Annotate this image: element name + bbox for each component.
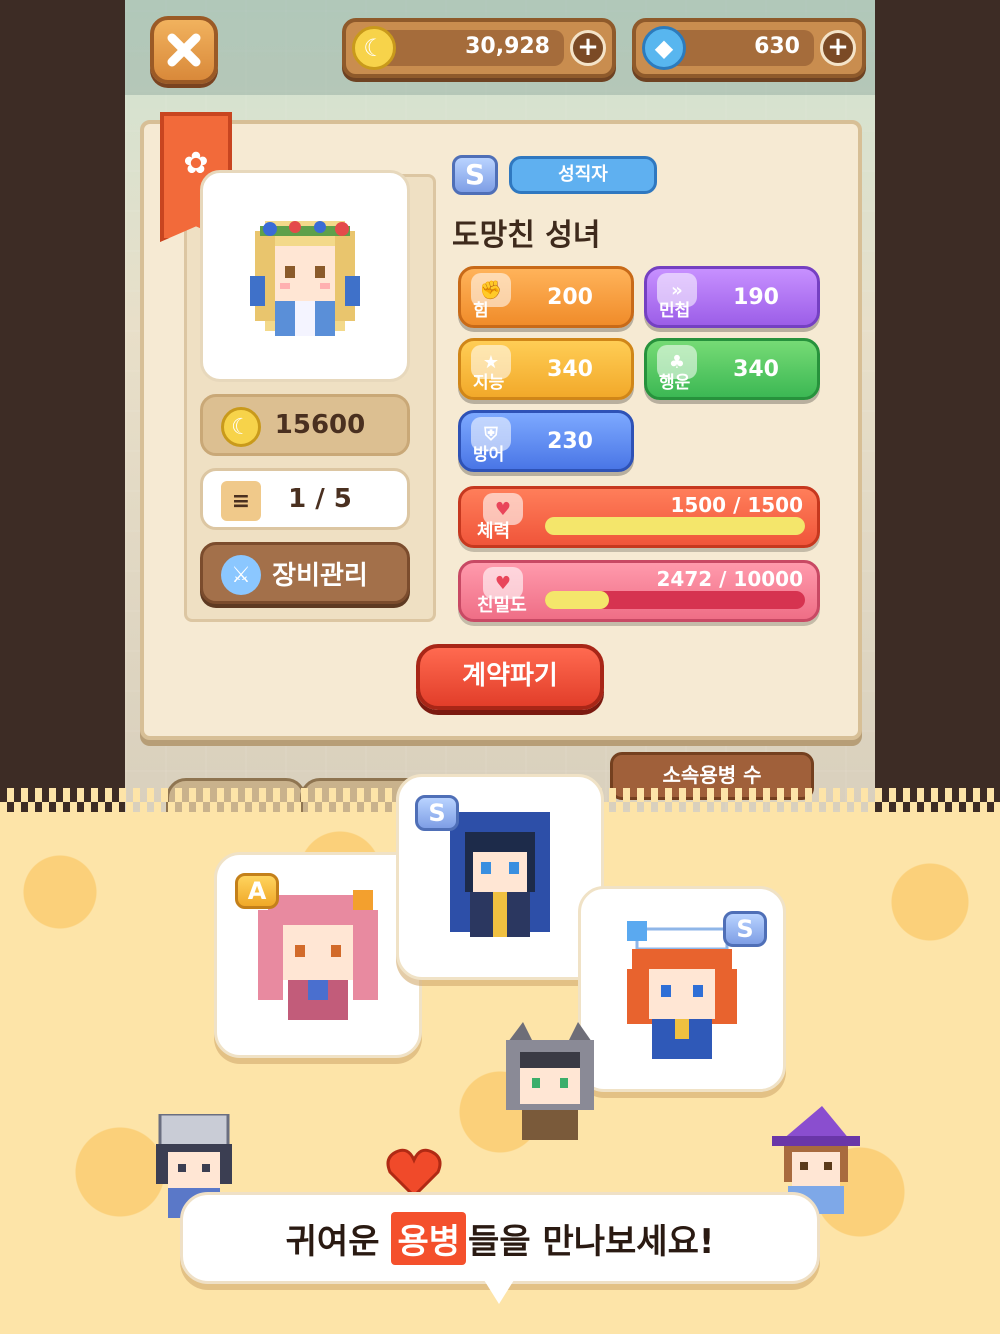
equip-slots: ≡ 1 / 5: [200, 468, 410, 530]
stat-value: 230: [547, 429, 593, 454]
rank-badge: S: [452, 155, 498, 195]
affinity-label: 친밀도: [477, 595, 527, 616]
hero-card-a: A: [214, 852, 422, 1058]
x-icon: [167, 33, 201, 67]
equip-label: 장비관리: [272, 560, 368, 591]
gem-icon: ◆: [642, 26, 686, 70]
banner-text-after: 들을 만나보세요!: [468, 1221, 715, 1262]
banner-highlight: 용병: [391, 1211, 467, 1265]
stat-label: 힘: [473, 301, 489, 321]
hp-label: 체력: [477, 521, 511, 542]
add-coins-button[interactable]: +: [570, 30, 606, 66]
stat-label: 민첩: [659, 301, 691, 321]
heart-icon: [386, 1148, 442, 1198]
grade-badge: S: [723, 911, 767, 947]
grade-badge: S: [415, 795, 459, 831]
stat-label: 방어: [473, 445, 505, 465]
coin-counter: ☾ 30,928 +: [342, 18, 616, 78]
stat-defense: ⛨ 방어 230: [458, 410, 634, 472]
hp-track: [545, 517, 805, 535]
stat-luck: ♣ 행운 340: [644, 338, 820, 400]
break-contract-button[interactable]: 계약파기: [416, 644, 604, 710]
stat-value: 340: [547, 357, 593, 382]
add-gems-button[interactable]: +: [820, 30, 856, 66]
hero-card-s-1: S: [396, 774, 604, 980]
hire-price: ☾ 15600: [200, 394, 410, 456]
saint-sprite: [250, 221, 360, 336]
sword-shield-icon: ⚔: [221, 555, 261, 595]
hp-bar: ♥ 체력 1500 / 1500: [458, 486, 820, 548]
gem-counter: ◆ 630 +: [632, 18, 866, 78]
character-name: 도망친 성녀: [452, 218, 601, 253]
hero-card-s-2: S: [578, 886, 786, 1092]
affinity-fill: [545, 591, 610, 609]
stat-agility: » 민첩 190: [644, 266, 820, 328]
stat-intelligence: ★ 지능 340: [458, 338, 634, 400]
coin-icon: ☾: [221, 407, 261, 447]
stat-value: 340: [733, 357, 779, 382]
gem-amount: 630: [754, 34, 800, 59]
slots-value: 1 / 5: [288, 484, 352, 514]
hp-fill: [545, 517, 805, 535]
banner-text-before: 귀여운: [285, 1221, 380, 1262]
affinity-track: [545, 591, 805, 609]
scroll-icon: ≡: [221, 481, 261, 521]
character-portrait: [200, 170, 410, 382]
equipment-manage-button[interactable]: ⚔ 장비관리: [200, 542, 410, 604]
stat-strength: ✊ 힘 200: [458, 266, 634, 328]
stat-value: 200: [547, 285, 593, 310]
close-button[interactable]: [150, 16, 218, 84]
coin-icon: ☾: [352, 26, 396, 70]
hp-value: 1500 / 1500: [670, 493, 803, 517]
affinity-bar: ♥ 친밀도 2472 / 10000: [458, 560, 820, 622]
job-tag: 성직자: [509, 156, 657, 194]
grade-badge: A: [235, 873, 279, 909]
coin-amount: 30,928: [465, 34, 550, 59]
promo-banner: 귀여운 용병 들을 만나보세요!: [180, 1192, 820, 1284]
price-value: 15600: [274, 410, 366, 440]
stat-value: 190: [733, 285, 779, 310]
stat-label: 행운: [659, 373, 691, 393]
affinity-value: 2472 / 10000: [656, 567, 803, 591]
stat-label: 지능: [473, 373, 505, 393]
cat-hood-hero-sprite: [506, 1022, 594, 1140]
